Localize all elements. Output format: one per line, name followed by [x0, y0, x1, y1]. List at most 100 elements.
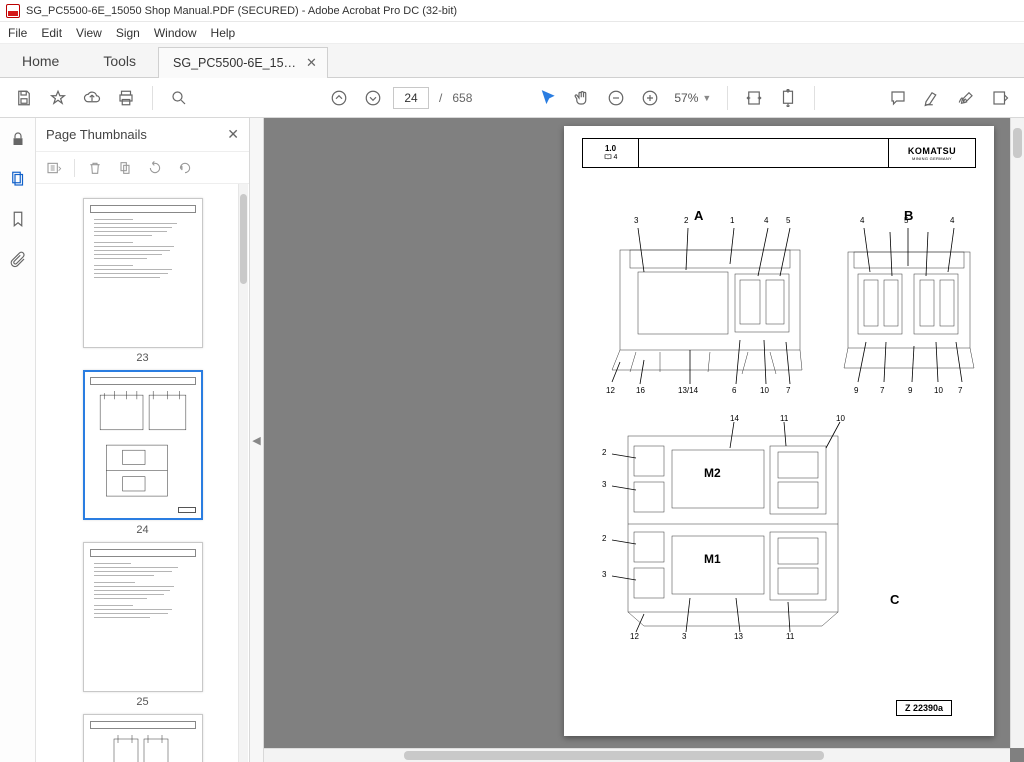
page-number-input[interactable] [393, 87, 429, 109]
drawing-reference: Z 22390a [896, 700, 952, 716]
menu-window[interactable]: Window [154, 26, 197, 40]
callout: 3 [602, 570, 606, 579]
close-panel-icon[interactable]: ✕ [227, 126, 239, 143]
selection-arrow-icon[interactable] [534, 84, 562, 112]
callout: 10 [836, 414, 845, 423]
callout: 13 [734, 632, 743, 641]
sign-icon[interactable] [952, 84, 980, 112]
thumbnails-header: Page Thumbnails ✕ [36, 118, 249, 152]
thumb-options-icon[interactable] [44, 158, 64, 178]
diagram-a [590, 222, 820, 392]
callout: 3 [682, 632, 686, 641]
lock-icon[interactable] [7, 128, 29, 150]
save-icon[interactable] [10, 84, 38, 112]
callout: 2 [684, 216, 688, 225]
comment-icon[interactable] [884, 84, 912, 112]
collapse-panel-handle[interactable]: ◀ [250, 118, 264, 762]
cloud-upload-icon[interactable] [78, 84, 106, 112]
menu-help[interactable]: Help [211, 26, 236, 40]
thumbnails-toolbar [36, 152, 249, 184]
page-down-icon[interactable] [359, 84, 387, 112]
page-header-section: 1.0 4 [583, 139, 639, 167]
find-icon[interactable] [165, 84, 193, 112]
thumb-page[interactable]: 25 [83, 542, 203, 708]
thumb-caption: 24 [83, 520, 203, 536]
close-icon[interactable]: ✕ [306, 55, 317, 71]
toolbar-divider [727, 86, 728, 110]
pdf-file-icon [6, 4, 20, 18]
menu-sign[interactable]: Sign [116, 26, 140, 40]
callout: 14 [730, 414, 739, 423]
toolbar-divider [814, 86, 815, 110]
bookmark-icon[interactable] [7, 208, 29, 230]
callout: 3 [602, 480, 606, 489]
thumb-divider [74, 159, 75, 177]
section-number: 1.0 [605, 145, 616, 154]
rotate-cw-icon[interactable] [175, 158, 195, 178]
toolbar-divider [152, 86, 153, 110]
callout: 16 [636, 386, 645, 395]
fit-page-icon[interactable] [774, 84, 802, 112]
thumbnails-scroll[interactable]: 23 [36, 184, 249, 762]
thumbnails-panel: Page Thumbnails ✕ [36, 118, 250, 762]
attachment-icon[interactable] [7, 248, 29, 270]
callout: 13/14 [678, 386, 698, 395]
v-scrollbar-thumb[interactable] [1013, 128, 1022, 158]
callout: 2 [602, 534, 606, 543]
tab-document[interactable]: SG_PC5500-6E_15… ✕ [158, 47, 328, 78]
main-area: Page Thumbnails ✕ [0, 118, 1024, 762]
callout: 4 [950, 216, 954, 225]
print-icon[interactable] [112, 84, 140, 112]
tab-home-label: Home [22, 53, 59, 69]
thumb-scrollbar-thumb[interactable] [240, 194, 247, 284]
side-rail [0, 118, 36, 762]
book-icon [604, 154, 612, 160]
callout: 12 [606, 386, 615, 395]
tab-document-label: SG_PC5500-6E_15… [173, 56, 296, 70]
toolbar: / 658 57%▼ [0, 78, 1024, 118]
page-header-table: 1.0 4 KOMATSU MINING GERMANY [582, 138, 976, 168]
rotate-ccw-icon[interactable] [145, 158, 165, 178]
callout: 11 [780, 414, 788, 423]
hand-pan-icon[interactable] [568, 84, 596, 112]
page-header-brand: KOMATSU MINING GERMANY [889, 139, 975, 167]
trash-icon[interactable] [85, 158, 105, 178]
thumb-scrollbar[interactable] [238, 184, 248, 762]
titlebar: SG_PC5500-6E_15050 Shop Manual.PDF (SECU… [0, 0, 1024, 22]
callout: 9 [908, 386, 912, 395]
callout: 2 [602, 448, 606, 457]
h-scrollbar-thumb[interactable] [404, 751, 824, 760]
callout: 4 [860, 216, 864, 225]
document-view[interactable]: 1.0 4 KOMATSU MINING GERMANY A [264, 118, 1024, 762]
thumbnails-icon[interactable] [7, 168, 29, 190]
more-tools-icon[interactable] [986, 84, 1014, 112]
zoom-out-icon[interactable] [602, 84, 630, 112]
thumb-page-selected[interactable]: 24 [83, 370, 203, 536]
tabs-row: Home Tools SG_PC5500-6E_15… ✕ [0, 44, 1024, 78]
zoom-dropdown[interactable]: 57%▼ [674, 91, 711, 105]
vertical-scrollbar[interactable] [1010, 118, 1024, 748]
chevron-down-icon: ▼ [702, 93, 711, 103]
thumb-page[interactable]: 26 [83, 714, 203, 762]
menu-file[interactable]: File [8, 26, 27, 40]
star-icon[interactable] [44, 84, 72, 112]
page-up-icon[interactable] [325, 84, 353, 112]
tab-home[interactable]: Home [0, 44, 81, 77]
tab-tools[interactable]: Tools [81, 44, 158, 77]
thumb-page[interactable]: 23 [83, 198, 203, 364]
window-title: SG_PC5500-6E_15050 Shop Manual.PDF (SECU… [26, 5, 457, 17]
thumb-caption: 25 [83, 692, 203, 708]
callout: 7 [958, 386, 962, 395]
book-number: 4 [614, 154, 618, 162]
callout: 1 [730, 216, 734, 225]
horizontal-scrollbar[interactable] [264, 748, 1010, 762]
zoom-in-icon[interactable] [636, 84, 664, 112]
menubar: File Edit View Sign Window Help [0, 22, 1024, 44]
menu-view[interactable]: View [76, 26, 102, 40]
highlight-icon[interactable] [918, 84, 946, 112]
rotate-pages-icon[interactable] [115, 158, 135, 178]
brand-subtitle: MINING GERMANY [912, 156, 952, 161]
menu-edit[interactable]: Edit [41, 26, 62, 40]
fit-width-icon[interactable] [740, 84, 768, 112]
callout: 6 [732, 386, 736, 395]
